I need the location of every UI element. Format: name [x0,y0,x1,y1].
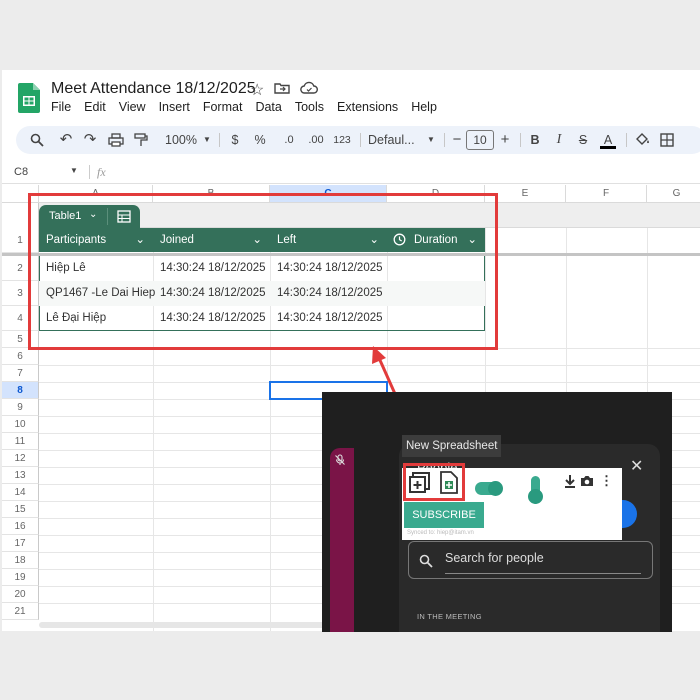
slider[interactable] [528,476,543,504]
meet-window: New Spreadsheet People ✕ ⋮ SUBSCRIBE Syn… [322,392,672,632]
button-highlight [403,463,465,501]
more-icon[interactable]: ⋮ [600,473,613,489]
video-tile [330,448,354,632]
section-label: IN THE MEETING [417,612,482,621]
download-icon[interactable] [564,474,576,488]
mic-off-icon [335,454,345,465]
people-search[interactable]: Search for people [408,541,653,579]
search-icon [419,554,433,568]
close-icon[interactable]: ✕ [630,456,643,476]
new-spreadsheet-tooltip: New Spreadsheet [402,435,502,457]
search-placeholder: Search for people [445,551,544,565]
subscribe-button[interactable]: SUBSCRIBE [404,502,484,528]
toggle-switch[interactable] [475,481,503,496]
synced-label: Synced to: hiep@itam.vn [407,530,474,536]
camera-icon[interactable] [580,475,594,487]
